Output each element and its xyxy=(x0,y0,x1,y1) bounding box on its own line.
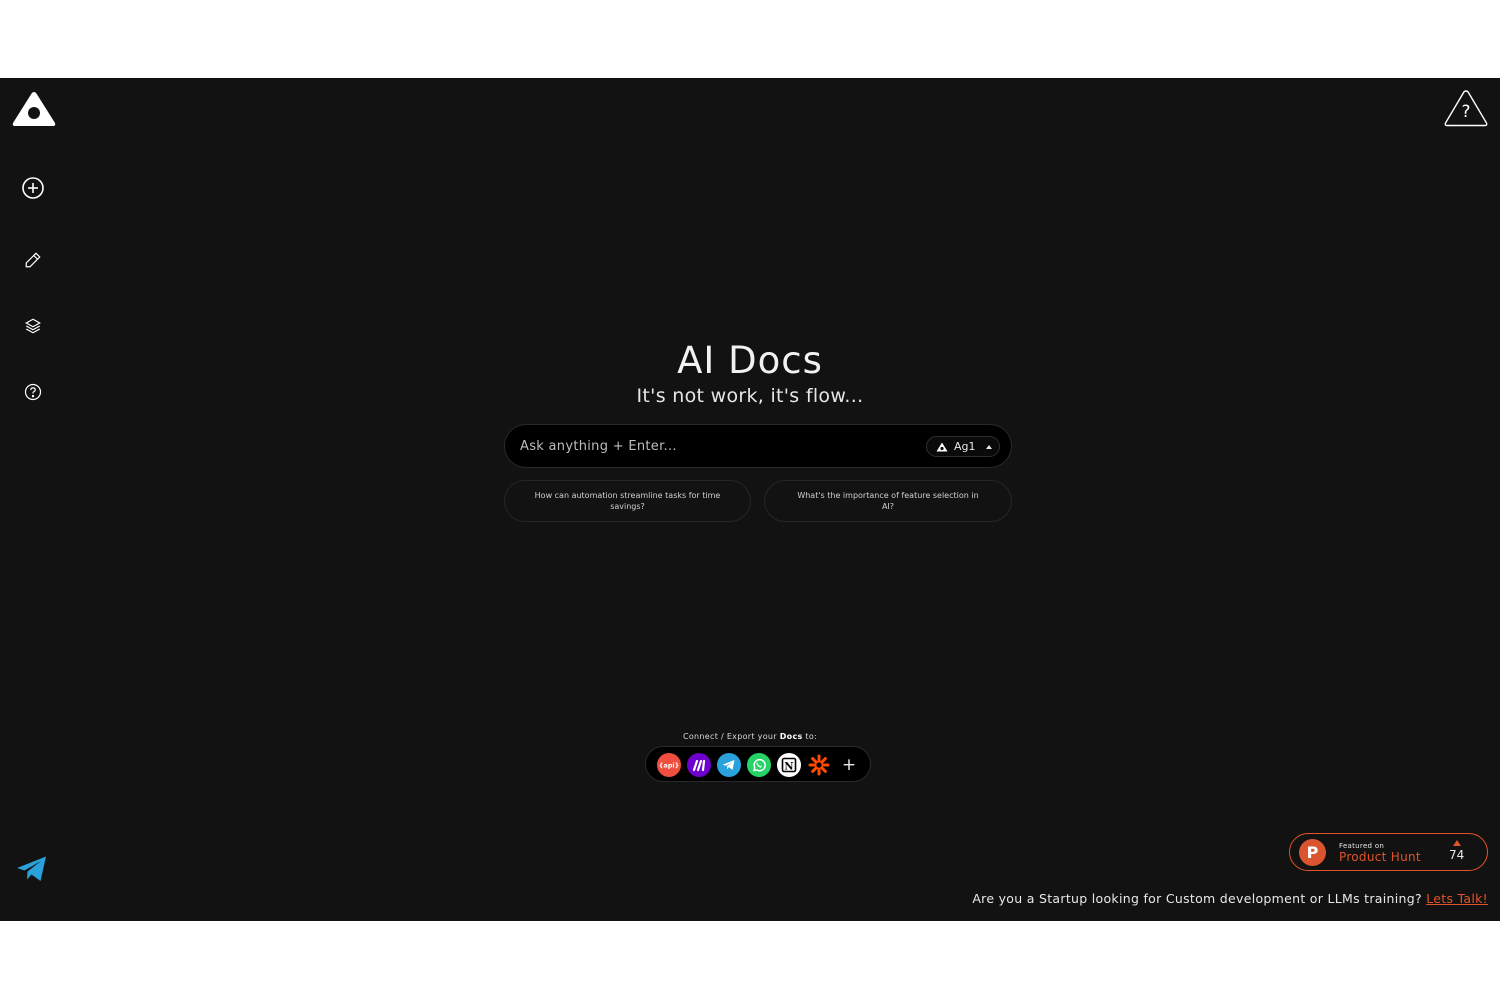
layers-icon xyxy=(25,318,41,334)
telegram-icon[interactable] xyxy=(717,753,741,777)
plus-circle-icon xyxy=(22,177,44,199)
connect-label-bold: Docs xyxy=(779,732,803,741)
ph-featured-label: Featured on xyxy=(1339,842,1385,850)
model-selector-button[interactable]: Ag1 xyxy=(926,436,1000,457)
ph-upvote-count: 74 xyxy=(1449,848,1465,862)
help-triangle-icon[interactable]: ? xyxy=(1443,88,1489,128)
telegram-send-icon[interactable] xyxy=(16,855,48,883)
plus-icon: + xyxy=(841,755,857,775)
product-hunt-logo-letter: P xyxy=(1307,843,1319,862)
integrations-bar: {api} N + xyxy=(645,746,871,782)
page-title: AI Docs xyxy=(677,339,823,382)
footer-question: Are you a Startup looking for Custom dev… xyxy=(972,891,1427,906)
add-integration-button[interactable]: + xyxy=(837,753,861,777)
pencil-icon xyxy=(25,252,41,268)
search-bar: Ag1 xyxy=(504,424,1012,468)
footer-cta: Are you a Startup looking for Custom dev… xyxy=(972,891,1488,906)
connect-label-prefix: Connect / Export your xyxy=(682,732,780,741)
whatsapp-icon[interactable] xyxy=(747,753,771,777)
logo-icon[interactable] xyxy=(11,90,57,128)
model-label: Ag1 xyxy=(954,440,976,453)
make-icon[interactable] xyxy=(687,753,711,777)
connect-label: Connect / Export your Docs to: xyxy=(0,732,1500,741)
notion-icon-label: N xyxy=(784,761,793,772)
product-hunt-badge[interactable]: P Featured on Product Hunt 74 xyxy=(1289,833,1488,871)
api-icon-label: {api} xyxy=(659,762,680,770)
product-hunt-logo-icon: P xyxy=(1299,839,1326,866)
suggestion-chip-1[interactable]: How can automation streamline tasks for … xyxy=(504,480,751,522)
new-doc-button[interactable] xyxy=(19,174,47,202)
help-symbol: ? xyxy=(1461,102,1470,122)
app-window: ? AI Docs It's not work, it's flow... Ag… xyxy=(0,78,1500,921)
page-subtitle: It's not work, it's flow... xyxy=(636,385,864,407)
model-logo-icon xyxy=(936,442,948,451)
connect-label-suffix: to: xyxy=(802,732,818,741)
caret-up-icon xyxy=(985,444,992,449)
lets-talk-link[interactable]: Lets Talk! xyxy=(1426,891,1488,906)
ask-input[interactable] xyxy=(520,425,910,467)
suggestion-chip-2[interactable]: What's the importance of feature selecti… xyxy=(764,480,1012,522)
ph-name: Product Hunt xyxy=(1339,850,1421,864)
zapier-icon[interactable] xyxy=(807,753,831,777)
upvote-triangle-icon xyxy=(1453,840,1461,846)
edit-button[interactable] xyxy=(19,246,47,274)
notion-icon[interactable]: N xyxy=(777,753,801,777)
layers-button[interactable] xyxy=(19,312,47,340)
api-icon[interactable]: {api} xyxy=(657,753,681,777)
